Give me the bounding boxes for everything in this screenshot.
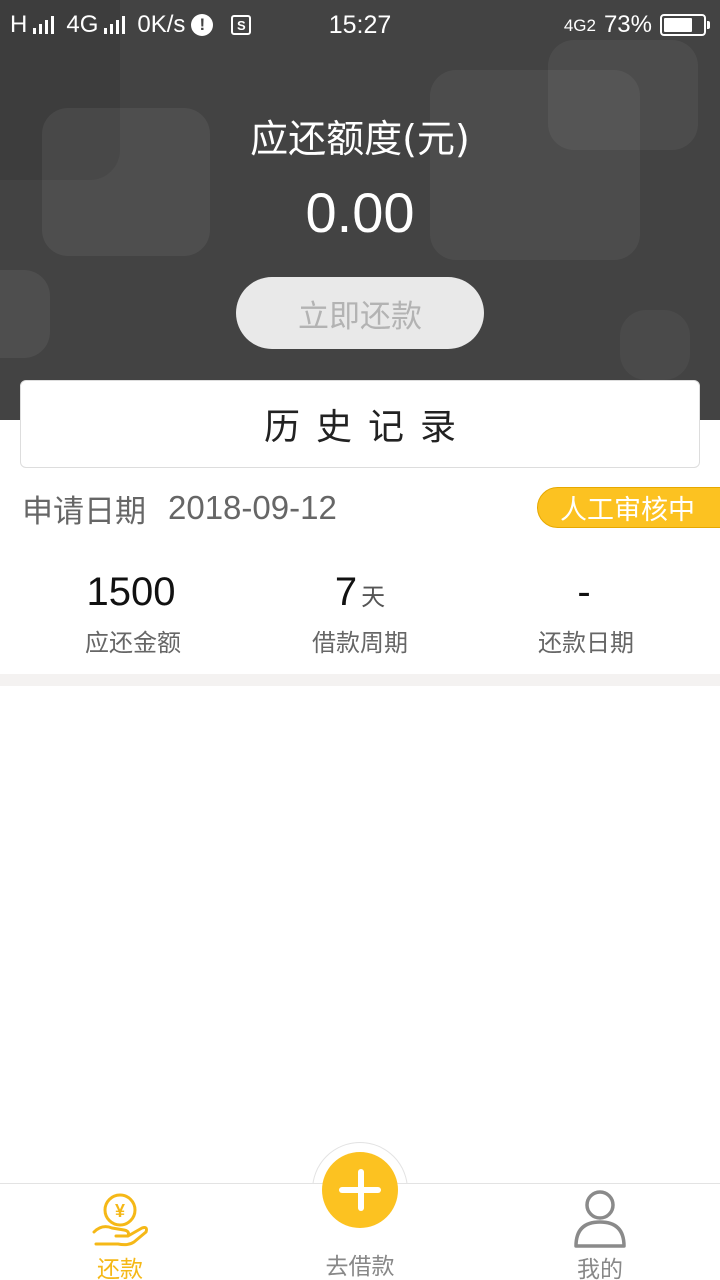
- nav-repay-label: 还款: [97, 1257, 143, 1280]
- nav-repay[interactable]: ¥ 还款: [40, 1184, 200, 1280]
- stat-number: 7: [334, 570, 358, 614]
- stat-number: -: [577, 570, 591, 614]
- user-icon: [574, 1190, 626, 1248]
- hand-yen-icon: ¥: [92, 1193, 148, 1247]
- stat-period: 7天 借款周期: [240, 565, 480, 658]
- stat-unit: 天: [361, 584, 386, 611]
- nav-borrow-label[interactable]: 去借款: [280, 1247, 440, 1280]
- amount-due-label: 应还额度(元): [250, 117, 470, 161]
- battery-percent: 73%: [603, 11, 652, 38]
- battery-fill: [664, 18, 692, 32]
- stat-value: 7天: [240, 565, 480, 619]
- battery-icon: [660, 14, 710, 36]
- status-badge: 人工审核中: [537, 487, 720, 528]
- stat-repay-date: - 还款日期: [466, 565, 706, 658]
- stat-label: 还款日期: [538, 629, 634, 657]
- apply-date-label: 申请日期: [22, 493, 146, 530]
- nav-mine[interactable]: 我的: [520, 1184, 680, 1280]
- stat-value: -: [466, 565, 706, 619]
- borrow-plus-button[interactable]: [322, 1152, 398, 1228]
- status-bar: H 4G 0K/s ! S 15:27 4G2 73%: [0, 0, 720, 50]
- decor-shape: [620, 310, 690, 380]
- amount-due-value: 0.00: [305, 181, 415, 244]
- history-records-button[interactable]: 历史记录: [20, 380, 700, 468]
- decor-shape: [0, 270, 50, 358]
- apply-date-value: 2018-09-12: [168, 489, 337, 526]
- network-type: 4G2: [563, 15, 596, 35]
- nav-mine-label: 我的: [577, 1257, 623, 1280]
- stat-label: 借款周期: [312, 629, 408, 657]
- stat-label: 应还金额: [85, 629, 181, 657]
- stat-number: 1500: [86, 570, 176, 614]
- application-row: 申请日期 2018-09-12: [22, 488, 337, 530]
- repay-now-button[interactable]: 立即还款: [236, 277, 484, 349]
- stat-value: 1500: [13, 565, 253, 619]
- section-divider: [0, 674, 720, 686]
- svg-text:¥: ¥: [115, 1201, 125, 1221]
- stat-amount: 1500 应还金额: [13, 565, 253, 658]
- header-banner: H 4G 0K/s ! S 15:27 4G2 73% 应还额度(元) 0.00…: [0, 0, 720, 420]
